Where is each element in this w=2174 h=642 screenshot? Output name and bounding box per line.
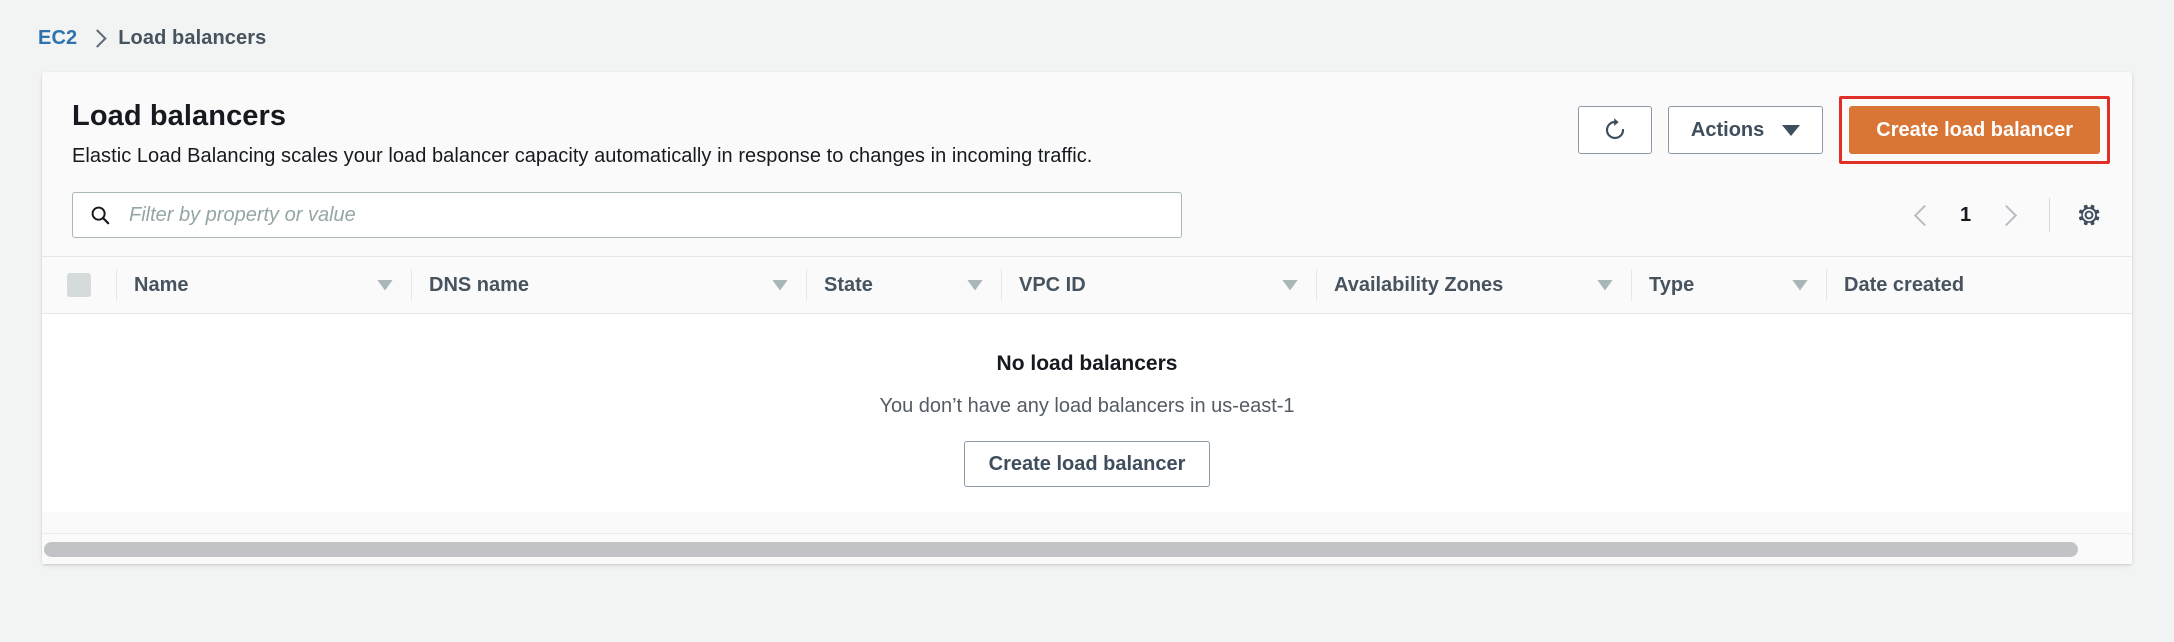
pagination-page-1[interactable]: 1	[1949, 204, 1983, 227]
column-header-type[interactable]: Type	[1631, 257, 1826, 313]
horizontal-scrollbar[interactable]	[42, 533, 2132, 564]
column-label: Name	[134, 273, 189, 296]
sort-icon[interactable]	[1597, 280, 1613, 291]
breadcrumb-current: Load balancers	[118, 27, 267, 49]
page-title: Load balancers	[72, 100, 287, 132]
sort-icon[interactable]	[1282, 280, 1298, 291]
select-all-checkbox-cell[interactable]	[42, 257, 116, 313]
chevron-down-icon	[1782, 124, 1801, 136]
load-balancers-panel: Load balancers Elastic Load Balancing sc…	[42, 72, 2132, 564]
create-load-balancer-highlight: Create load balancer	[1839, 96, 2110, 164]
select-all-checkbox[interactable]	[67, 273, 91, 297]
column-header-dns-name[interactable]: DNS name	[411, 257, 806, 313]
column-header-availability-zones[interactable]: Availability Zones	[1316, 257, 1631, 313]
empty-state-create-load-balancer-button[interactable]: Create load balancer	[963, 441, 1211, 487]
sort-icon[interactable]	[772, 280, 788, 291]
panel-actions: Actions Create load balancer	[1577, 96, 2110, 164]
panel-header: Load balancers Elastic Load Balancing sc…	[42, 72, 2132, 190]
pagination: 1	[1901, 194, 2110, 236]
column-header-state[interactable]: State	[806, 257, 1001, 313]
empty-state-description: You don’t have any load balancers in us-…	[879, 395, 1295, 417]
column-header-vpc-id[interactable]: VPC ID	[1001, 257, 1316, 313]
empty-state-title: No load balancers	[996, 352, 1178, 375]
search-box[interactable]	[72, 192, 1182, 238]
search-icon	[91, 206, 110, 225]
column-label: DNS name	[429, 273, 530, 296]
refresh-icon	[1605, 118, 1625, 140]
sort-icon[interactable]	[1792, 280, 1808, 291]
pagination-prev-button[interactable]	[1901, 194, 1945, 236]
pagination-next-button[interactable]	[1987, 194, 2031, 236]
actions-label: Actions	[1690, 118, 1765, 141]
actions-dropdown-button[interactable]: Actions	[1667, 106, 1824, 154]
search-input[interactable]	[127, 202, 1165, 228]
create-load-balancer-button[interactable]: Create load balancer	[1849, 106, 2100, 154]
sort-icon[interactable]	[377, 280, 393, 291]
filter-row: 1	[42, 190, 2132, 256]
column-label: Date created	[1844, 273, 1965, 296]
chevron-right-icon	[88, 28, 107, 48]
sort-icon[interactable]	[967, 280, 983, 291]
refresh-button[interactable]	[1577, 106, 1652, 154]
column-header-name[interactable]: Name	[116, 257, 411, 313]
table-header-row: Name DNS name State VPC ID Availability …	[42, 256, 2132, 314]
breadcrumb-link-ec2[interactable]: EC2	[38, 27, 77, 50]
column-header-date-created[interactable]: Date created	[1826, 257, 2126, 313]
chevron-left-icon	[1914, 204, 1936, 226]
panel-description: Elastic Load Balancing scales your load …	[72, 145, 1093, 167]
pagination-divider	[2048, 198, 2050, 232]
empty-state: No load balancers You don’t have any loa…	[42, 314, 2132, 512]
preferences-button[interactable]	[2068, 194, 2110, 236]
scrollbar-thumb[interactable]	[44, 541, 2078, 557]
breadcrumb: EC2 Load balancers	[38, 27, 266, 50]
column-label: VPC ID	[1019, 273, 1086, 296]
gear-icon	[2078, 204, 2100, 226]
chevron-right-icon	[1996, 204, 2018, 226]
column-label: State	[824, 273, 873, 296]
column-label: Availability Zones	[1334, 273, 1504, 296]
column-label: Type	[1649, 273, 1695, 296]
